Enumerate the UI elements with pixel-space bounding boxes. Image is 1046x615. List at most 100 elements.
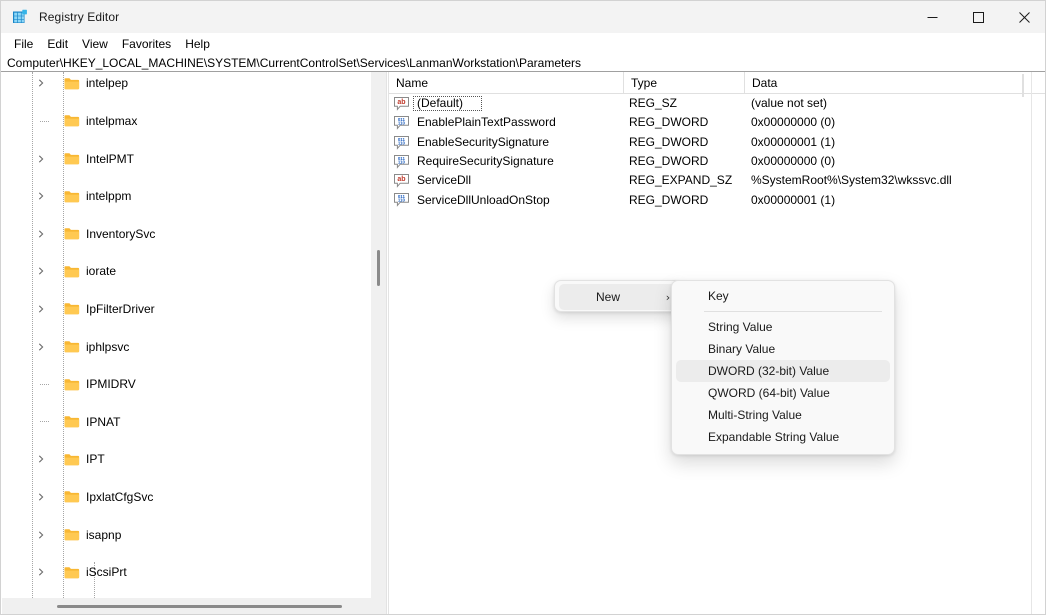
submenu-item-string-value[interactable]: String Value xyxy=(676,316,890,338)
tree-item-inventorysvc[interactable]: InventorySvc xyxy=(2,224,368,243)
menu-file[interactable]: File xyxy=(7,35,40,53)
chevron-right-icon[interactable] xyxy=(34,563,48,581)
tree-item-intelpep[interactable]: intelpep xyxy=(2,74,368,93)
menu-view[interactable]: View xyxy=(75,35,115,53)
address-bar[interactable]: Computer\HKEY_LOCAL_MACHINE\SYSTEM\Curre… xyxy=(1,54,1045,72)
tree-item-label: iphlpsvc xyxy=(86,339,130,354)
chevron-right-icon[interactable] xyxy=(34,187,48,205)
tree-item-iscsiprt[interactable]: iScsiPrt xyxy=(2,563,368,582)
chevron-right-icon[interactable] xyxy=(34,300,48,318)
value-type: REG_DWORD xyxy=(629,134,709,149)
tree-vertical-scrollbar[interactable] xyxy=(371,72,386,598)
chevron-right-icon[interactable] xyxy=(34,488,48,506)
maximize-button[interactable] xyxy=(955,1,1001,33)
title-bar[interactable]: Registry Editor xyxy=(1,1,1045,33)
tree-horizontal-scrollbar[interactable] xyxy=(2,598,386,614)
value-row[interactable]: 011 110 EnablePlainTextPassword REG_DWORD 0x… xyxy=(389,113,1045,132)
submenu-item-expandable-string-value[interactable]: Expandable String Value xyxy=(676,426,890,448)
tree-guide-stub xyxy=(40,120,49,122)
value-type: REG_DWORD xyxy=(629,154,709,169)
folder-icon xyxy=(64,190,80,203)
menu-favorites[interactable]: Favorites xyxy=(115,35,178,53)
value-row[interactable]: 011 110 EnableSecuritySignature REG_DWORD 0x… xyxy=(389,133,1045,152)
column-header-name[interactable]: Name xyxy=(389,72,623,93)
tree-item-iphlpsvc[interactable]: iphlpsvc xyxy=(2,337,368,356)
submenu-item-label: DWORD (32-bit) Value xyxy=(708,364,830,378)
tree-item-intelpmt[interactable]: IntelPMT xyxy=(2,149,368,168)
chevron-right-icon[interactable] xyxy=(34,450,48,468)
svg-text:110: 110 xyxy=(398,159,406,164)
tree-item-isapnp[interactable]: isapnp xyxy=(2,525,368,544)
tree-item-intelppm[interactable]: intelppm xyxy=(2,187,368,206)
tree-item-label: InventorySvc xyxy=(86,226,156,241)
menu-help[interactable]: Help xyxy=(178,35,217,53)
submenu-item-label: Multi-String Value xyxy=(708,408,802,422)
tree-item-label: iScsiPrt xyxy=(86,565,127,580)
context-menu-new: New › xyxy=(554,280,682,312)
folder-icon xyxy=(64,302,80,315)
value-data: (value not set) xyxy=(751,96,828,111)
folder-icon xyxy=(64,227,80,240)
folder-icon xyxy=(64,528,80,541)
tree-item-label: intelpep xyxy=(86,76,129,91)
chevron-right-icon[interactable] xyxy=(34,262,48,280)
value-data: 0x00000000 (0) xyxy=(751,115,836,130)
tree-horizontal-scroll-thumb[interactable] xyxy=(57,605,342,608)
tree-item-iorate[interactable]: iorate xyxy=(2,262,368,281)
string-value-icon: ab xyxy=(394,97,409,111)
value-row[interactable]: 011 110 RequireSecuritySignature REG_DWORD 0… xyxy=(389,152,1045,171)
context-menu-new-label: New xyxy=(595,290,620,304)
tree-item-label: isapnp xyxy=(86,527,122,542)
tree-item-label: IPMIDRV xyxy=(86,377,136,392)
value-row[interactable]: ab ServiceDll REG_EXPAND_SZ %SystemRoot%\Sy… xyxy=(389,171,1045,190)
submenu-item-dword-32-bit-value[interactable]: DWORD (32-bit) Value xyxy=(676,360,890,382)
submenu-item-multi-string-value[interactable]: Multi-String Value xyxy=(676,404,890,426)
chevron-right-icon[interactable] xyxy=(34,74,48,92)
tree-vertical-scroll-thumb[interactable] xyxy=(377,250,380,286)
menu-edit[interactable]: Edit xyxy=(40,35,75,53)
submenu-item-key[interactable]: Key xyxy=(676,285,890,307)
folder-icon xyxy=(64,566,80,579)
svg-text:110: 110 xyxy=(398,198,406,203)
chevron-right-icon[interactable] xyxy=(34,526,48,544)
tree-item-intelpmax[interactable]: intelpmax xyxy=(2,112,368,131)
chevron-right-icon[interactable] xyxy=(34,338,48,356)
value-data: 0x00000000 (0) xyxy=(751,154,836,169)
minimize-button[interactable] xyxy=(909,1,955,33)
folder-icon xyxy=(64,152,80,165)
tree-item-ipnat[interactable]: IPNAT xyxy=(2,412,368,431)
value-data: 0x00000001 (1) xyxy=(751,192,836,207)
tree-item-ipmidrv[interactable]: IPMIDRV xyxy=(2,375,368,394)
chevron-right-icon[interactable] xyxy=(34,225,48,243)
tree-item-label: IPNAT xyxy=(86,414,121,429)
dword-value-icon: 011 110 xyxy=(394,154,409,169)
registry-path: Computer\HKEY_LOCAL_MACHINE\SYSTEM\Curre… xyxy=(7,55,581,70)
submenu-item-label: Expandable String Value xyxy=(708,430,840,444)
dword-value-icon: 011 110 xyxy=(394,193,409,208)
values-list: ab (Default) REG_SZ (value not set) 011 110 En… xyxy=(389,94,1045,210)
close-button[interactable] xyxy=(1001,1,1045,33)
svg-text:ab: ab xyxy=(397,176,405,183)
window-title: Registry Editor xyxy=(39,10,120,24)
menu-bar: File Edit View Favorites Help xyxy=(1,33,1045,54)
context-menu-item-new[interactable]: New › xyxy=(559,284,679,310)
value-name: EnablePlainTextPassword xyxy=(417,115,556,130)
submenu-item-label: QWORD (64-bit) Value xyxy=(708,386,830,400)
values-vertical-scroll-thumb[interactable] xyxy=(1022,74,1024,97)
column-header-type[interactable]: Type xyxy=(623,72,744,93)
tree-item-ipfilterdriver[interactable]: IpFilterDriver xyxy=(2,300,368,319)
tree-item-label: IpFilterDriver xyxy=(86,301,155,316)
value-data: 0x00000001 (1) xyxy=(751,134,836,149)
column-header-data[interactable]: Data xyxy=(744,72,1032,93)
value-type: REG_SZ xyxy=(629,96,678,111)
tree-item-ipxlatcfgsvc[interactable]: IpxlatCfgSvc xyxy=(2,488,368,507)
values-pane-divider xyxy=(1031,72,1032,614)
value-row[interactable]: ab (Default) REG_SZ (value not set) xyxy=(389,94,1045,113)
tree-item-ipt[interactable]: IPT xyxy=(2,450,368,469)
submenu-item-binary-value[interactable]: Binary Value xyxy=(676,338,890,360)
submenu-item-qword-64-bit-value[interactable]: QWORD (64-bit) Value xyxy=(676,382,890,404)
chevron-right-icon[interactable] xyxy=(34,150,48,168)
string-value-icon: ab xyxy=(394,174,409,188)
value-row[interactable]: 011 110 ServiceDllUnloadOnStop REG_DWORD 0x0… xyxy=(389,190,1045,209)
list-header: Name Type Data xyxy=(389,72,1045,94)
